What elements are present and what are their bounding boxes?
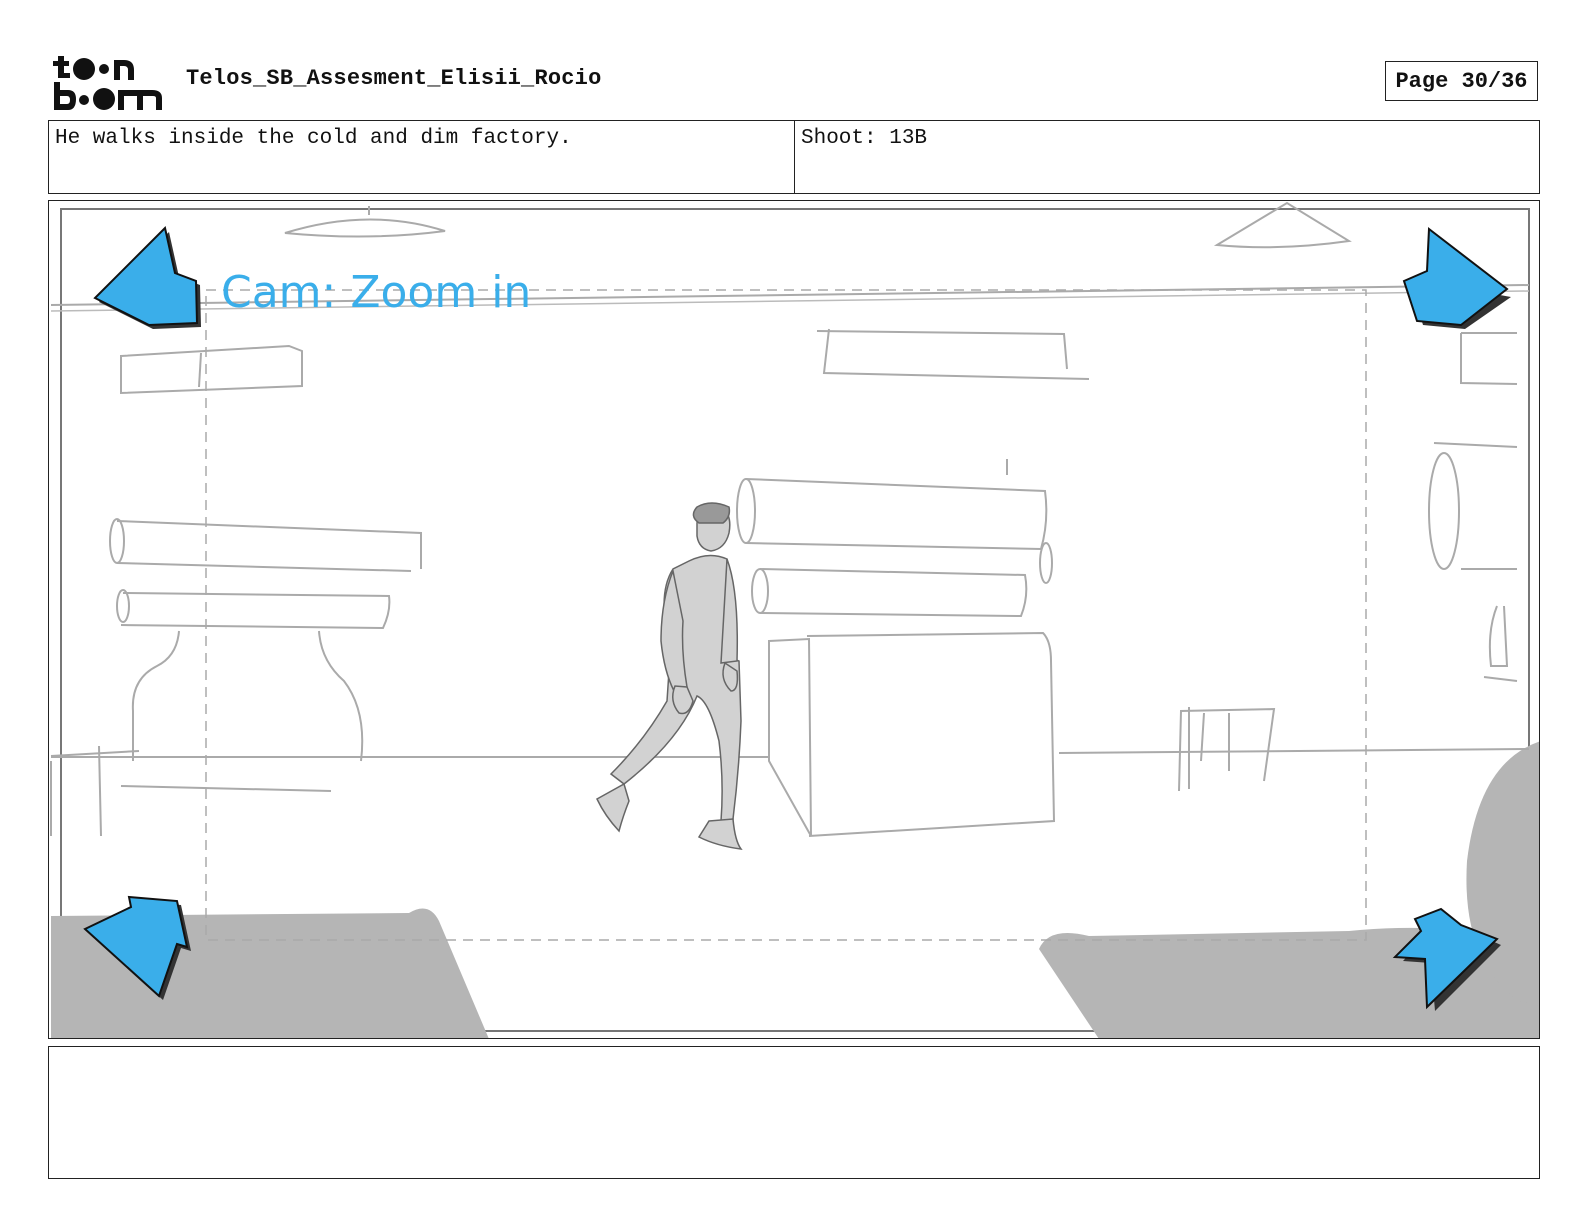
page-label: Page 30/36 — [1395, 68, 1528, 94]
panel-notes — [48, 1046, 1540, 1179]
camera-target-frame — [205, 289, 1367, 941]
project-title: Telos_SB_Assesment_Elisii_Rocio — [186, 66, 602, 91]
storyboard-panel: Cam: Zoom in — [48, 200, 1540, 1039]
walking-character — [596, 502, 743, 850]
shoot-label: Shoot: 13B — [801, 127, 928, 150]
panel-info-row: He walks inside the cold and dim factory… — [48, 120, 1540, 194]
page-indicator: Page 30/36 — [1385, 61, 1538, 101]
panel-drawing: Cam: Zoom in — [50, 201, 1539, 1038]
arrow-top-left-icon — [93, 226, 201, 329]
arrow-top-right-icon — [1402, 227, 1511, 329]
inner-frame — [60, 208, 1530, 1032]
toon-boom-logo — [52, 52, 164, 112]
action-description: He walks inside the cold and dim factory… — [49, 121, 795, 193]
camera-note: Cam: Zoom in — [221, 267, 531, 318]
